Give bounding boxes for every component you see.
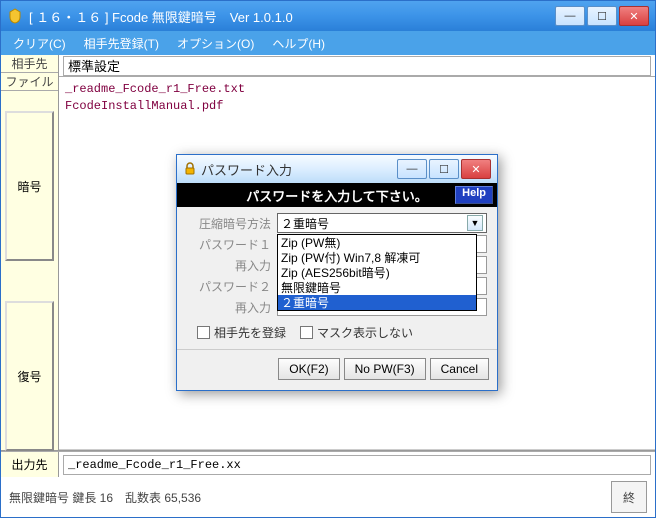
cancel-button[interactable]: Cancel bbox=[430, 358, 489, 380]
decrypt-button[interactable]: 復号 bbox=[5, 301, 54, 451]
dialog-titlebar: パスワード入力 — ☐ ✕ bbox=[177, 155, 497, 183]
pw2-label: パスワード２ bbox=[187, 278, 277, 295]
end-button[interactable]: 終 bbox=[611, 481, 647, 513]
register-dest-checkbox[interactable]: 相手先を登録 bbox=[197, 324, 286, 341]
menu-options[interactable]: オプション(O) bbox=[177, 35, 254, 52]
dialog-minimize-button[interactable]: — bbox=[397, 159, 427, 179]
status-text: 無限鍵暗号 鍵長 16 乱数表 65,536 bbox=[9, 489, 201, 506]
sidebar: 相手先 ファイル 暗号 復号 bbox=[1, 55, 59, 450]
no-pw-button[interactable]: No PW(F3) bbox=[344, 358, 426, 380]
file-item[interactable]: FcodeInstallManual.pdf bbox=[65, 98, 649, 115]
no-mask-checkbox[interactable]: マスク表示しない bbox=[300, 324, 413, 341]
output-label: 出力先 bbox=[1, 452, 59, 477]
side-file-label: ファイル bbox=[1, 73, 58, 91]
minimize-button[interactable]: — bbox=[555, 6, 585, 26]
method-label: 圧縮暗号方法 bbox=[187, 215, 277, 232]
menubar: クリア(C) 相手先登録(T) オプション(O) ヘルプ(H) bbox=[1, 31, 655, 55]
dropdown-option-selected[interactable]: ２重暗号 bbox=[278, 295, 476, 310]
dropdown-option[interactable]: Zip (PW無) bbox=[278, 235, 476, 250]
dropdown-option[interactable]: Zip (AES256bit暗号) bbox=[278, 265, 476, 280]
dropdown-option[interactable]: Zip (PW付) Win7,8 解凍可 bbox=[278, 250, 476, 265]
dest-select[interactable] bbox=[63, 56, 651, 76]
password-dialog: パスワード入力 — ☐ ✕ パスワードを入力して下さい。 Help 圧縮暗号方法… bbox=[176, 154, 498, 391]
pw2r-label: 再入力 bbox=[187, 299, 277, 316]
menu-clear[interactable]: クリア(C) bbox=[13, 35, 66, 52]
checkbox-icon bbox=[197, 326, 210, 339]
chevron-down-icon[interactable]: ▼ bbox=[467, 215, 483, 231]
pw1r-label: 再入力 bbox=[187, 257, 277, 274]
dialog-prompt-bar: パスワードを入力して下さい。 Help bbox=[177, 183, 497, 207]
method-select[interactable]: ２重暗号 ▼ bbox=[277, 213, 487, 233]
encrypt-button[interactable]: 暗号 bbox=[5, 111, 54, 261]
lock-icon bbox=[183, 162, 197, 176]
app-icon bbox=[7, 8, 23, 24]
file-item[interactable]: _readme_Fcode_r1_Free.txt bbox=[65, 81, 649, 98]
dialog-prompt: パスワードを入力して下さい。 bbox=[246, 186, 428, 205]
side-dest-label: 相手先 bbox=[1, 55, 58, 73]
dialog-title: パスワード入力 bbox=[201, 160, 292, 179]
main-title: [ １６・１６ ] Fcode 無限鍵暗号 Ver 1.0.1.0 bbox=[29, 7, 555, 26]
maximize-button[interactable]: ☐ bbox=[587, 6, 617, 26]
menu-help[interactable]: ヘルプ(H) bbox=[272, 35, 325, 52]
dialog-close-button[interactable]: ✕ bbox=[461, 159, 491, 179]
dialog-maximize-button[interactable]: ☐ bbox=[429, 159, 459, 179]
menu-register[interactable]: 相手先登録(T) bbox=[84, 35, 159, 52]
pw1-label: パスワード１ bbox=[187, 236, 277, 253]
dropdown-option[interactable]: 無限鍵暗号 bbox=[278, 280, 476, 295]
checkbox-icon bbox=[300, 326, 313, 339]
ok-button[interactable]: OK(F2) bbox=[278, 358, 339, 380]
statusbar: 無限鍵暗号 鍵長 16 乱数表 65,536 終 bbox=[1, 477, 655, 517]
main-titlebar: [ １６・１６ ] Fcode 無限鍵暗号 Ver 1.0.1.0 — ☐ ✕ bbox=[1, 1, 655, 31]
help-button[interactable]: Help bbox=[455, 186, 493, 204]
close-button[interactable]: ✕ bbox=[619, 6, 649, 26]
output-field[interactable] bbox=[63, 455, 651, 475]
method-dropdown-list[interactable]: Zip (PW無) Zip (PW付) Win7,8 解凍可 Zip (AES2… bbox=[277, 234, 477, 311]
